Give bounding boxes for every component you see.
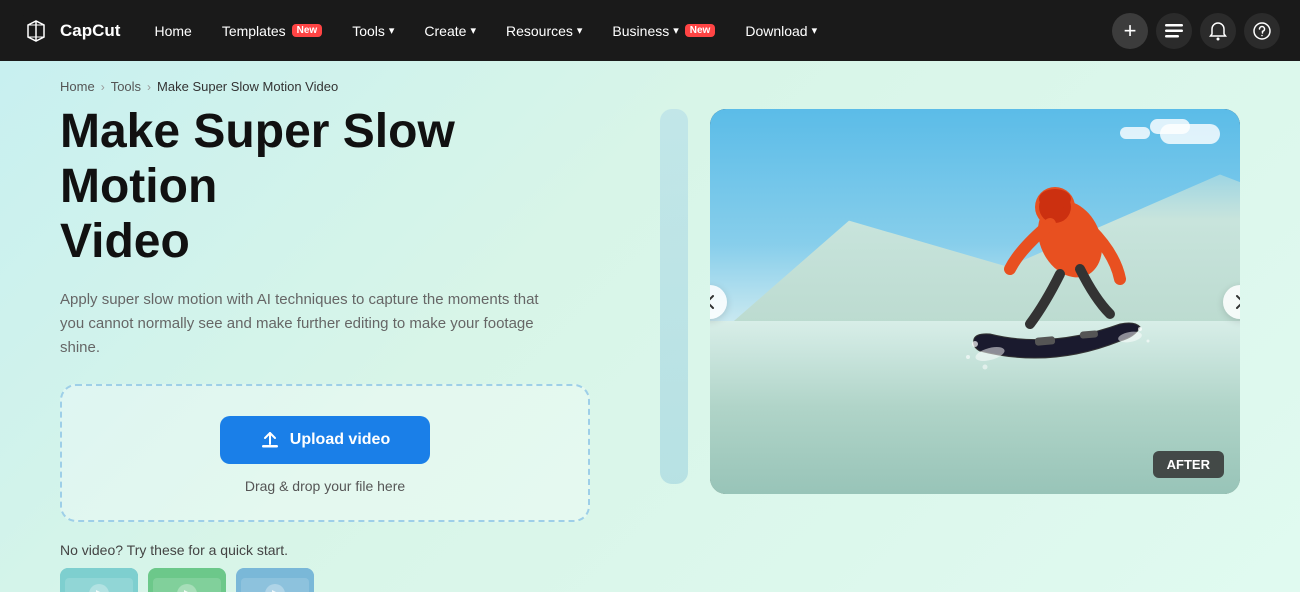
quick-start-thumb-1[interactable] xyxy=(60,568,138,592)
quick-start-section: No video? Try these for a quick start. xyxy=(60,542,620,592)
upload-box: Upload video Drag & drop your file here xyxy=(60,384,590,522)
logo-text: CapCut xyxy=(60,21,120,41)
main-content: Home › Tools › Make Super Slow Motion Vi… xyxy=(0,61,1300,592)
business-badge: New xyxy=(685,24,716,37)
content-area: Make Super Slow MotionVideo Apply super … xyxy=(0,94,1300,592)
upload-icon xyxy=(260,430,280,450)
navbar: CapCut Home Templates New Tools ▾ Create… xyxy=(0,0,1300,61)
left-strip-decoration xyxy=(660,109,688,484)
breadcrumb-sep-1: › xyxy=(101,80,105,94)
after-badge: AFTER xyxy=(1153,451,1224,478)
page-description: Apply super slow motion with AI techniqu… xyxy=(60,288,560,360)
tools-chevron: ▾ xyxy=(389,24,395,37)
cloud-3 xyxy=(1120,127,1150,139)
quick-start-label: No video? Try these for a quick start. xyxy=(60,542,620,558)
create-chevron: ▾ xyxy=(470,24,476,37)
quick-start-thumb-2[interactable] xyxy=(148,568,226,592)
resources-chevron: ▾ xyxy=(577,24,583,37)
business-chevron: ▾ xyxy=(673,24,679,37)
nav-create[interactable]: Create ▾ xyxy=(412,17,488,45)
snowboarder xyxy=(960,139,1160,424)
help-button[interactable] xyxy=(1244,13,1280,49)
breadcrumb-home[interactable]: Home xyxy=(60,79,95,94)
templates-badge: New xyxy=(292,24,323,37)
nav-business[interactable]: Business ▾ New xyxy=(600,17,727,45)
right-panel: AFTER xyxy=(660,104,1240,592)
notifications-button[interactable] xyxy=(1200,13,1236,49)
menu-button[interactable] xyxy=(1156,13,1192,49)
page-title: Make Super Slow MotionVideo xyxy=(60,104,620,270)
nav-actions: + xyxy=(1112,13,1280,49)
quick-start-thumb-3[interactable] xyxy=(236,568,314,592)
quick-start-thumbnails xyxy=(60,568,620,592)
nav-tools[interactable]: Tools ▾ xyxy=(340,17,406,45)
upload-video-button[interactable]: Upload video xyxy=(220,416,430,464)
breadcrumb: Home › Tools › Make Super Slow Motion Vi… xyxy=(0,61,1300,94)
video-preview: AFTER xyxy=(710,109,1240,494)
video-background xyxy=(710,109,1240,494)
nav-download[interactable]: Download ▾ xyxy=(733,17,829,45)
logo[interactable]: CapCut xyxy=(20,15,120,47)
drag-drop-hint: Drag & drop your file here xyxy=(245,478,405,494)
download-chevron: ▾ xyxy=(812,24,818,37)
nav-home[interactable]: Home xyxy=(142,17,203,45)
cloud-2 xyxy=(1150,119,1190,134)
breadcrumb-current: Make Super Slow Motion Video xyxy=(157,79,338,94)
nav-templates[interactable]: Templates New xyxy=(210,17,334,45)
breadcrumb-sep-2: › xyxy=(147,80,151,94)
create-plus-button[interactable]: + xyxy=(1112,13,1148,49)
left-panel: Make Super Slow MotionVideo Apply super … xyxy=(60,104,620,592)
nav-resources[interactable]: Resources ▾ xyxy=(494,17,594,45)
breadcrumb-tools[interactable]: Tools xyxy=(111,79,141,94)
